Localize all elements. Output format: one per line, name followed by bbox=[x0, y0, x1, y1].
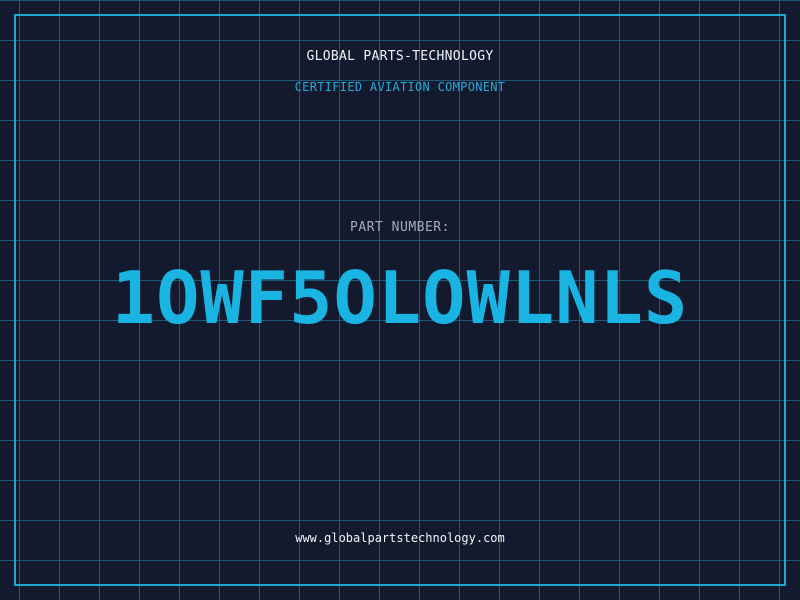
part-number-label: PART NUMBER: bbox=[350, 220, 450, 235]
part-number-value: 1OWF5OLOWLNLS bbox=[111, 256, 689, 340]
certification-subtitle: CERTIFIED AVIATION COMPONENT bbox=[294, 80, 506, 94]
company-name: GLOBAL PARTS-TECHNOLOGY bbox=[306, 49, 494, 64]
website-url: www.globalpartstechnology.com bbox=[295, 531, 505, 545]
